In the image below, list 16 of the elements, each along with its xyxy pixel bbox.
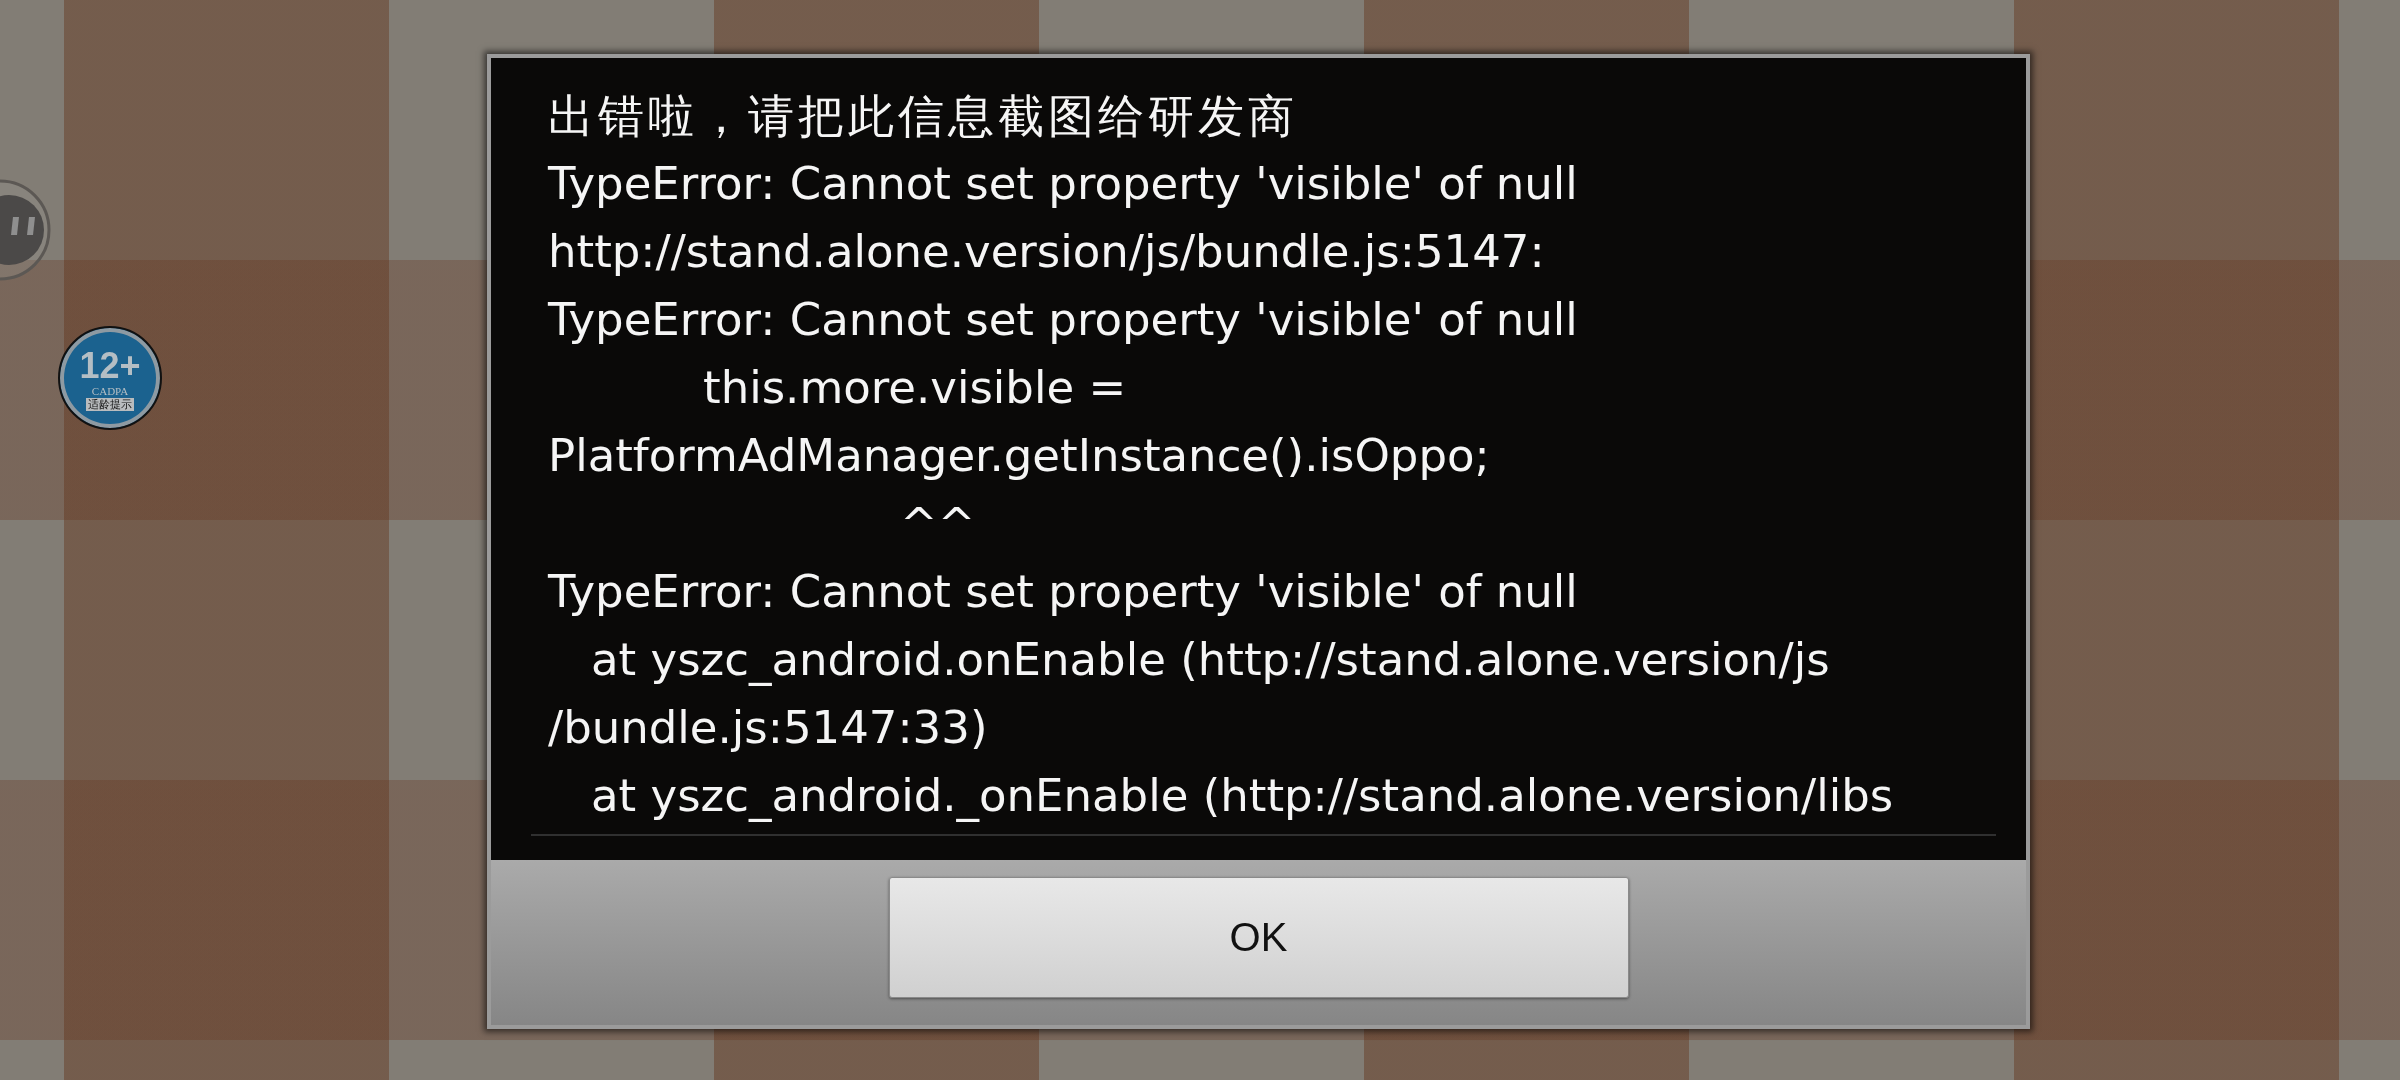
age-hint-label: 适龄提示 — [86, 398, 134, 411]
stack-frame-line: at yszc_android._onEnable (http://stand.alone.version/libs — [591, 768, 1894, 824]
ok-button[interactable]: OK — [888, 877, 1629, 998]
pause-icon[interactable] — [0, 178, 52, 282]
stack-frame-line: at yszc_android.onEnable (http://stand.alone.version/js — [591, 632, 1830, 688]
error-line: TypeError: Cannot set property 'visible' of null — [548, 156, 1578, 212]
error-line: PlatformAdManager.getInstance().isOppo; — [548, 428, 1490, 484]
error-line: TypeError: Cannot set property 'visible' of null — [548, 564, 1578, 620]
error-line: /bundle.js:5147:33) — [548, 700, 988, 756]
dialog-title: 出错啦，请把此信息截图给研发商 — [548, 88, 1298, 145]
age-rating-text: 12+ — [79, 349, 141, 383]
error-line: http://stand.alone.version/js/bundle.js:5147: — [548, 224, 1545, 280]
source-code-line: this.more.visible = — [703, 360, 1127, 416]
rating-org-text: CADPA — [91, 385, 129, 397]
error-line: TypeError: Cannot set property 'visible' of null — [548, 292, 1578, 348]
error-pointer: ^^ — [900, 496, 976, 552]
